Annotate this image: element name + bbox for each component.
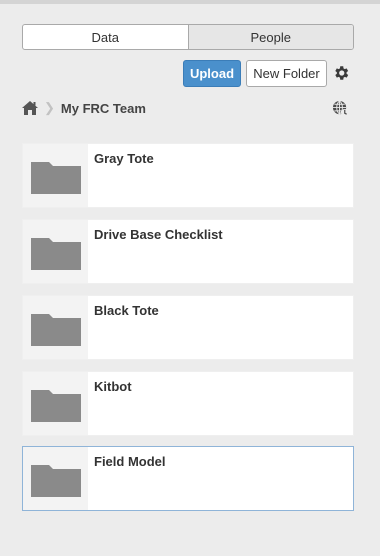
- home-icon[interactable]: [22, 101, 38, 115]
- folder-icon: [31, 314, 81, 346]
- new-folder-button[interactable]: New Folder: [246, 60, 327, 87]
- chevron-right-icon: ❯: [44, 100, 55, 115]
- upload-button[interactable]: Upload: [183, 60, 241, 87]
- globe-icon[interactable]: [332, 100, 349, 117]
- folder-thumbnail: [23, 220, 88, 283]
- folder-card[interactable]: Drive Base Checklist: [22, 219, 354, 284]
- folder-icon: [31, 465, 81, 497]
- folder-name: Gray Tote: [94, 151, 154, 166]
- folder-card[interactable]: Kitbot: [22, 371, 354, 436]
- tab-people[interactable]: People: [187, 25, 353, 49]
- folder-card[interactable]: Black Tote: [22, 295, 354, 360]
- folder-thumbnail: [23, 372, 88, 435]
- folder-thumbnail: [23, 447, 88, 510]
- tab-data[interactable]: Data: [23, 25, 188, 49]
- top-divider: [0, 0, 380, 4]
- folder-name: Black Tote: [94, 303, 159, 318]
- folder-name: Kitbot: [94, 379, 132, 394]
- folder-thumbnail: [23, 296, 88, 359]
- folder-thumbnail: [23, 144, 88, 207]
- gear-icon[interactable]: [332, 64, 350, 82]
- breadcrumb-current[interactable]: My FRC Team: [61, 101, 146, 116]
- folder-name: Drive Base Checklist: [94, 227, 223, 242]
- folder-name: Field Model: [94, 454, 166, 469]
- view-tabs: Data People: [22, 24, 354, 50]
- folder-icon: [31, 238, 81, 270]
- folder-icon: [31, 390, 81, 422]
- folder-card-selected[interactable]: Field Model: [22, 446, 354, 511]
- folder-icon: [31, 162, 81, 194]
- breadcrumb: ❯ My FRC Team: [22, 99, 146, 117]
- folder-card[interactable]: Gray Tote: [22, 143, 354, 208]
